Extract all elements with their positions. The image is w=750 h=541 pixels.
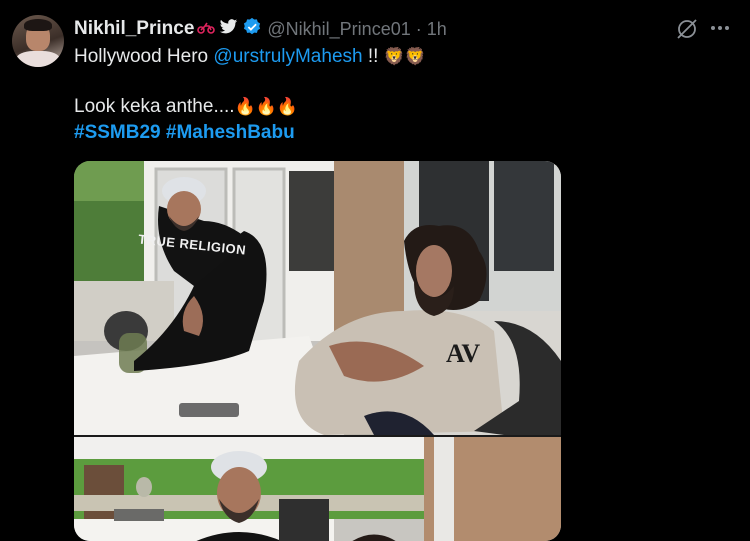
tweet-exclaim: !!	[362, 46, 379, 67]
motorbike-icon	[197, 21, 216, 38]
author-avatar[interactable]	[12, 15, 64, 67]
hashtag-ssmb29[interactable]: #SSMB29	[74, 122, 161, 143]
tweet-line-1: Hollywood Hero @urstrulyMahesh !! 🦁🦁	[74, 46, 426, 68]
tweet-text-hollywood: Hollywood Hero	[74, 46, 214, 67]
verified-badge-icon[interactable]	[242, 17, 262, 42]
author-handle[interactable]: @Nikhil_Prince01	[267, 19, 410, 40]
media-photo-2[interactable]	[74, 437, 561, 541]
tweet-text-look: Look keka anthe....	[74, 96, 235, 117]
timestamp[interactable]: 1h	[427, 19, 447, 40]
separator-dot: ·	[415, 18, 422, 39]
tweet-line-2: Look keka anthe....🔥🔥🔥	[74, 96, 298, 118]
grok-icon[interactable]	[676, 18, 698, 40]
mention-link[interactable]: @urstrulyMahesh	[213, 46, 362, 67]
hashtag-maheshbabu[interactable]: #MaheshBabu	[166, 122, 295, 143]
lion-emoji: 🦁🦁	[383, 47, 427, 67]
tweet-header: Nikhil_Prince @Nikhil_Prince01 · 1h	[74, 16, 447, 42]
avatar-hair	[24, 19, 52, 31]
avatar-shirt	[16, 51, 60, 67]
fire-emoji: 🔥🔥🔥	[234, 97, 299, 117]
twitter-bird-icon	[219, 18, 238, 40]
more-icon[interactable]	[708, 16, 732, 40]
tweet-media[interactable]: TRUE RELIGION AV	[74, 161, 561, 541]
shirt-logo-text: AV	[446, 339, 481, 368]
author-display-name[interactable]: Nikhil_Prince	[74, 18, 194, 40]
tweet-hashtags: #SSMB29 #MaheshBabu	[74, 122, 295, 144]
media-photo-1[interactable]	[74, 161, 561, 435]
